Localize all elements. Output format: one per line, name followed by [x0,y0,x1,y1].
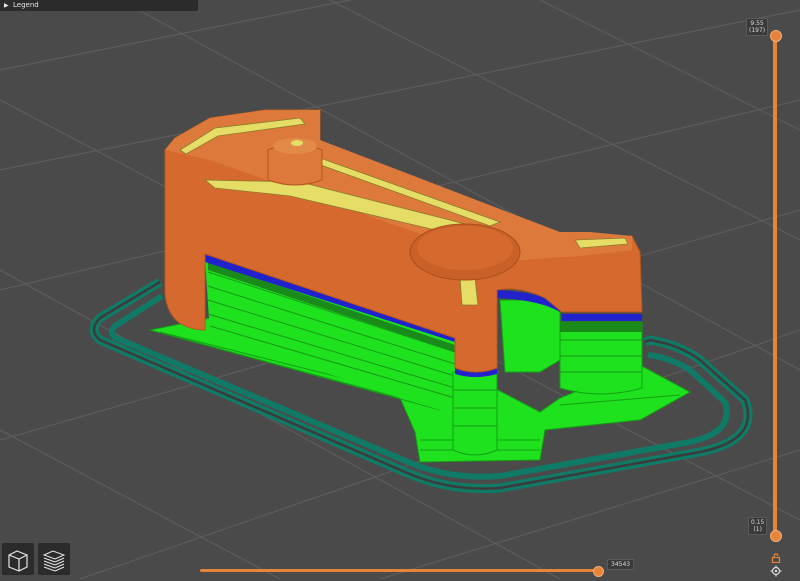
expand-triangle-icon: ▶ [4,2,9,9]
move-slider-track [200,569,600,572]
view-3d-button[interactable] [2,543,34,575]
layer-bottom-height: 0.15 [751,519,765,526]
move-slider-handle[interactable] [593,566,604,577]
legend-toggle[interactable]: ▶ Legend [0,0,198,11]
layer-top-label: 9.55 (197) [746,18,769,36]
layer-top-height: 9.55 [750,20,764,27]
layer-slider-track [773,36,777,534]
3d-preview-viewport[interactable] [0,0,800,579]
support-interface-right [560,322,642,332]
view-3d-icon [8,550,28,572]
move-slider[interactable] [200,566,605,577]
layer-top-number: (197) [749,27,766,34]
cog-icon[interactable] [770,562,782,577]
view-layers-icon [42,550,66,572]
support-column-right [559,321,643,395]
lock-icon[interactable] [771,548,781,564]
interface-band-right [562,314,642,321]
layer-slider-bottom-handle[interactable] [770,530,782,542]
support-column-mid [499,299,561,373]
layer-bottom-number: (1) [753,526,762,533]
bowl-rim [417,226,513,270]
layer-slider-top-handle[interactable] [770,30,782,42]
legend-label: Legend [13,1,39,9]
support-column-front [452,371,498,456]
post-cap [291,140,303,146]
move-slider-value: 34543 [607,559,635,570]
view-layers-button[interactable] [38,543,70,575]
layer-bottom-label: 0.15 (1) [748,517,768,535]
layer-slider[interactable] [770,30,782,542]
